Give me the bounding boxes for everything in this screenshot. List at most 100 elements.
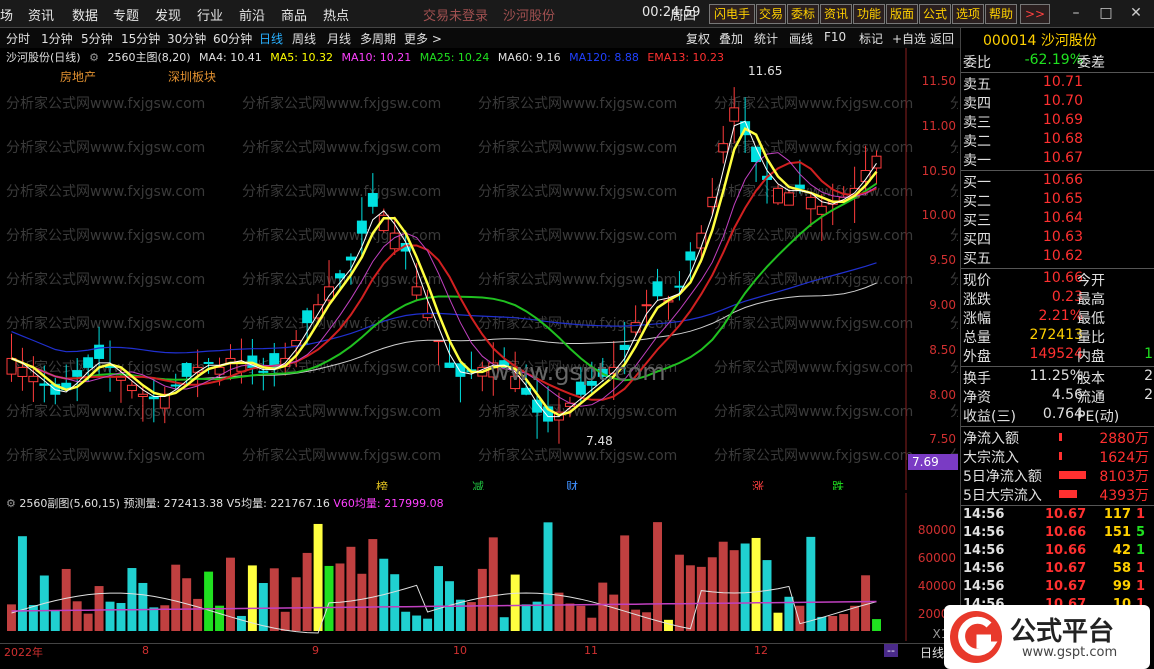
overlay-button[interactable]: 叠加 [719, 30, 743, 47]
ema13-label: EMA13: 10.23 [647, 51, 725, 64]
top-menu-bar: 场 资讯 数据 专题 发现 行业 前沿 商品 热点 交易未登录 沙河股份 00:… [0, 0, 1154, 28]
ask-row[interactable]: 卖四 10.70 [963, 93, 1153, 112]
event-marker[interactable]: 减 [472, 478, 484, 490]
more-periods-button[interactable]: 更多 > [404, 30, 442, 47]
stats-button[interactable]: 统计 [754, 30, 778, 47]
login-status[interactable]: 交易未登录 [423, 5, 488, 24]
volume-bar [554, 592, 564, 631]
candle-body [783, 192, 794, 206]
function-button[interactable]: 功能 [853, 4, 885, 24]
ask-row[interactable]: 卖二 10.68 [963, 131, 1153, 150]
volume-bar [598, 582, 608, 631]
x-scroll-indicator[interactable]: -- [884, 644, 898, 657]
candle-body [258, 370, 269, 373]
sector-tag-realestate[interactable]: 房地产 [60, 68, 96, 85]
event-marker[interactable]: 财 [566, 478, 578, 490]
ask-row[interactable]: 卖五 10.71 [963, 74, 1153, 93]
maximize-icon[interactable]: □ [1096, 3, 1116, 23]
period-tab[interactable]: 30分钟 [167, 30, 206, 47]
current-stock-name: 沙河股份 [503, 9, 556, 24]
bid-row[interactable]: 买二 10.65 [963, 191, 1153, 210]
volume-bar [390, 574, 400, 631]
stat-row: 换手 11.25% 股本 2 [963, 368, 1153, 387]
site-logo: 公式平台 www.gspt.com [944, 605, 1150, 669]
period-tab[interactable]: 多周期 [360, 30, 396, 47]
period-tab[interactable]: 60分钟 [213, 30, 252, 47]
period-mode-label[interactable]: 日线 [920, 644, 944, 661]
x-tick: 10 [453, 644, 467, 657]
f10-button[interactable]: F10 [824, 30, 846, 44]
period-tab[interactable]: 月线 [327, 30, 351, 47]
volume-bar [674, 554, 684, 631]
back-button[interactable]: 返回 [930, 30, 954, 47]
volume-bar [576, 605, 586, 631]
watermark-text: 分析家公式网www.fxjgsw.com [6, 271, 205, 288]
watermark-text: 分析家公式网www.fxjgsw.com [714, 227, 913, 244]
period-tab[interactable]: 分时 [6, 30, 30, 47]
bid-row[interactable]: 买四 10.63 [963, 229, 1153, 248]
candle-body [94, 344, 105, 359]
low-price-label: 7.48 [586, 434, 613, 448]
volume-subchart[interactable]: ⚙ 2560副图(5,60,15) 预测量: 272413.38 V5均量: 2… [0, 493, 958, 641]
menu-item-discover[interactable]: 发现 [155, 5, 181, 24]
period-tab[interactable]: 15分钟 [121, 30, 160, 47]
menu-item-news[interactable]: 资讯 [28, 5, 54, 24]
bid-row[interactable]: 买五 10.62 [963, 248, 1153, 267]
vol-y-tick: 80000 [917, 523, 956, 537]
event-marker[interactable]: 榜 [376, 478, 388, 490]
trade-button[interactable]: 交易 [756, 4, 786, 24]
stat-row: 外盘 149524 内盘 1 [963, 346, 1153, 365]
watermark-text: 分析家公式网www.fxjgsw.com [478, 271, 677, 288]
menu-item-hot[interactable]: 热点 [323, 5, 349, 24]
adjust-button[interactable]: 复权 [686, 30, 710, 47]
candle-body [685, 251, 696, 261]
news-button[interactable]: 资讯 [820, 4, 852, 24]
watermark: www.gspt.com [490, 358, 666, 386]
y-tick: 8.00 [929, 388, 956, 402]
settings-icon[interactable]: ⚙ [6, 497, 16, 510]
volume-bar [707, 557, 717, 631]
settings-icon[interactable]: ⚙ [89, 51, 99, 64]
order-button[interactable]: 委标 [787, 4, 819, 24]
volume-bar [401, 611, 411, 631]
add-favorite-button[interactable]: +自选 [892, 30, 926, 47]
ask-row[interactable]: 卖三 10.69 [963, 112, 1153, 131]
minimize-icon[interactable]: – [1066, 3, 1086, 23]
event-marker[interactable]: 跌 [832, 478, 844, 490]
volume-bar [423, 618, 433, 631]
candle-body [729, 107, 740, 122]
mark-button[interactable]: 标记 [859, 30, 883, 47]
help-button[interactable]: 帮助 [985, 4, 1017, 24]
candle-body [335, 273, 345, 279]
more-button[interactable]: >> [1020, 4, 1050, 24]
kline-canvas: 分析家公式网www.fxjgsw.com 分析家公式网www.fxjgsw.com… [6, 48, 958, 490]
volume-bar [412, 615, 422, 631]
bid-row[interactable]: 买一 10.66 [963, 172, 1153, 191]
options-button[interactable]: 选项 [952, 4, 984, 24]
period-tab-active[interactable]: 日线 [259, 30, 283, 47]
close-icon[interactable]: ✕ [1126, 3, 1146, 23]
sector-tag-shenzhen[interactable]: 深圳板块 [168, 68, 216, 85]
period-tab[interactable]: 1分钟 [41, 30, 73, 47]
flow-bar [1059, 433, 1062, 441]
period-tab[interactable]: 周线 [292, 30, 316, 47]
bid-row[interactable]: 买三 10.64 [963, 210, 1153, 229]
layout-button[interactable]: 版面 [886, 4, 918, 24]
indicator-name[interactable]: 2560主图(8,20) [107, 51, 190, 64]
volume-bar [543, 522, 553, 631]
menu-item-topics[interactable]: 专题 [113, 5, 139, 24]
main-kline-chart[interactable]: 分析家公式网www.fxjgsw.com 分析家公式网www.fxjgsw.com… [0, 48, 958, 490]
period-tab[interactable]: 5分钟 [81, 30, 113, 47]
flash-trade-button[interactable]: 闪电手 [709, 4, 755, 24]
menu-item-data[interactable]: 数据 [72, 5, 98, 24]
event-marker[interactable]: 涨 [752, 478, 764, 490]
draw-line-button[interactable]: 画线 [789, 30, 813, 47]
ask-row[interactable]: 卖一 10.67 [963, 150, 1153, 169]
menu-item-commodities[interactable]: 商品 [281, 5, 307, 24]
formula-button[interactable]: 公式 [919, 4, 951, 24]
menu-item-market[interactable]: 场 [0, 5, 13, 24]
volume-bar [806, 536, 816, 631]
menu-item-frontier[interactable]: 前沿 [239, 5, 265, 24]
menu-item-industry[interactable]: 行业 [197, 5, 223, 24]
sub-indicator-name[interactable]: 2560副图(5,60,15) [19, 497, 120, 510]
